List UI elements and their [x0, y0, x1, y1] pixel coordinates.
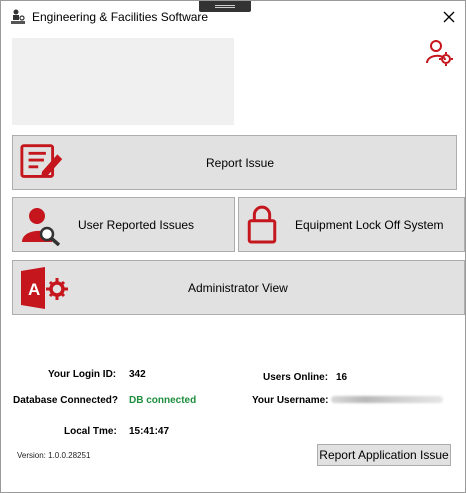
logo-placeholder [12, 38, 234, 125]
report-issue-label: Report Issue [206, 156, 275, 170]
report-form-icon [20, 144, 63, 178]
padlock-icon [247, 205, 277, 244]
local-time-value: 15:41:47 [129, 426, 170, 437]
administrator-view-label: Administrator View [188, 281, 288, 295]
user-reported-issues-button[interactable]: User Reported Issues [12, 197, 235, 252]
administrator-view-button[interactable]: A Administrator View [12, 260, 465, 315]
svg-text:A: A [28, 280, 40, 299]
local-time-label: Local Tme: [64, 426, 117, 437]
report-application-issue-button[interactable]: Report Application Issue [317, 444, 451, 466]
username-label: Your Username: [252, 395, 329, 406]
equipment-lock-off-label: Equipment Lock Off System [295, 218, 444, 232]
window-title: Engineering & Facilities Software [32, 10, 209, 24]
equipment-lock-off-button[interactable]: Equipment Lock Off System [238, 197, 465, 252]
login-id-value: 342 [129, 369, 146, 380]
username-value-redacted [331, 396, 443, 403]
login-id-label: Your Login ID: [48, 369, 117, 380]
report-issue-button[interactable]: Report Issue [12, 135, 457, 190]
app-logo-icon [11, 9, 25, 24]
title-bar[interactable]: Engineering & Facilities Software [1, 1, 465, 33]
drag-handle[interactable] [199, 1, 251, 12]
close-icon[interactable] [439, 7, 459, 27]
database-connected-label: Database Connected? [13, 395, 119, 406]
access-app-icon: A [21, 267, 68, 309]
version-text: Version: 1.0.0.28251 [17, 451, 91, 460]
users-online-label: Users Online: [263, 372, 329, 383]
main-window: Engineering & Facilities Software Report… [0, 0, 466, 493]
user-search-icon [22, 208, 61, 246]
user-settings-icon[interactable] [425, 38, 453, 66]
users-online-value: 16 [336, 372, 348, 383]
database-status-value: DB connected [129, 395, 197, 406]
user-reported-issues-label: User Reported Issues [78, 218, 195, 232]
